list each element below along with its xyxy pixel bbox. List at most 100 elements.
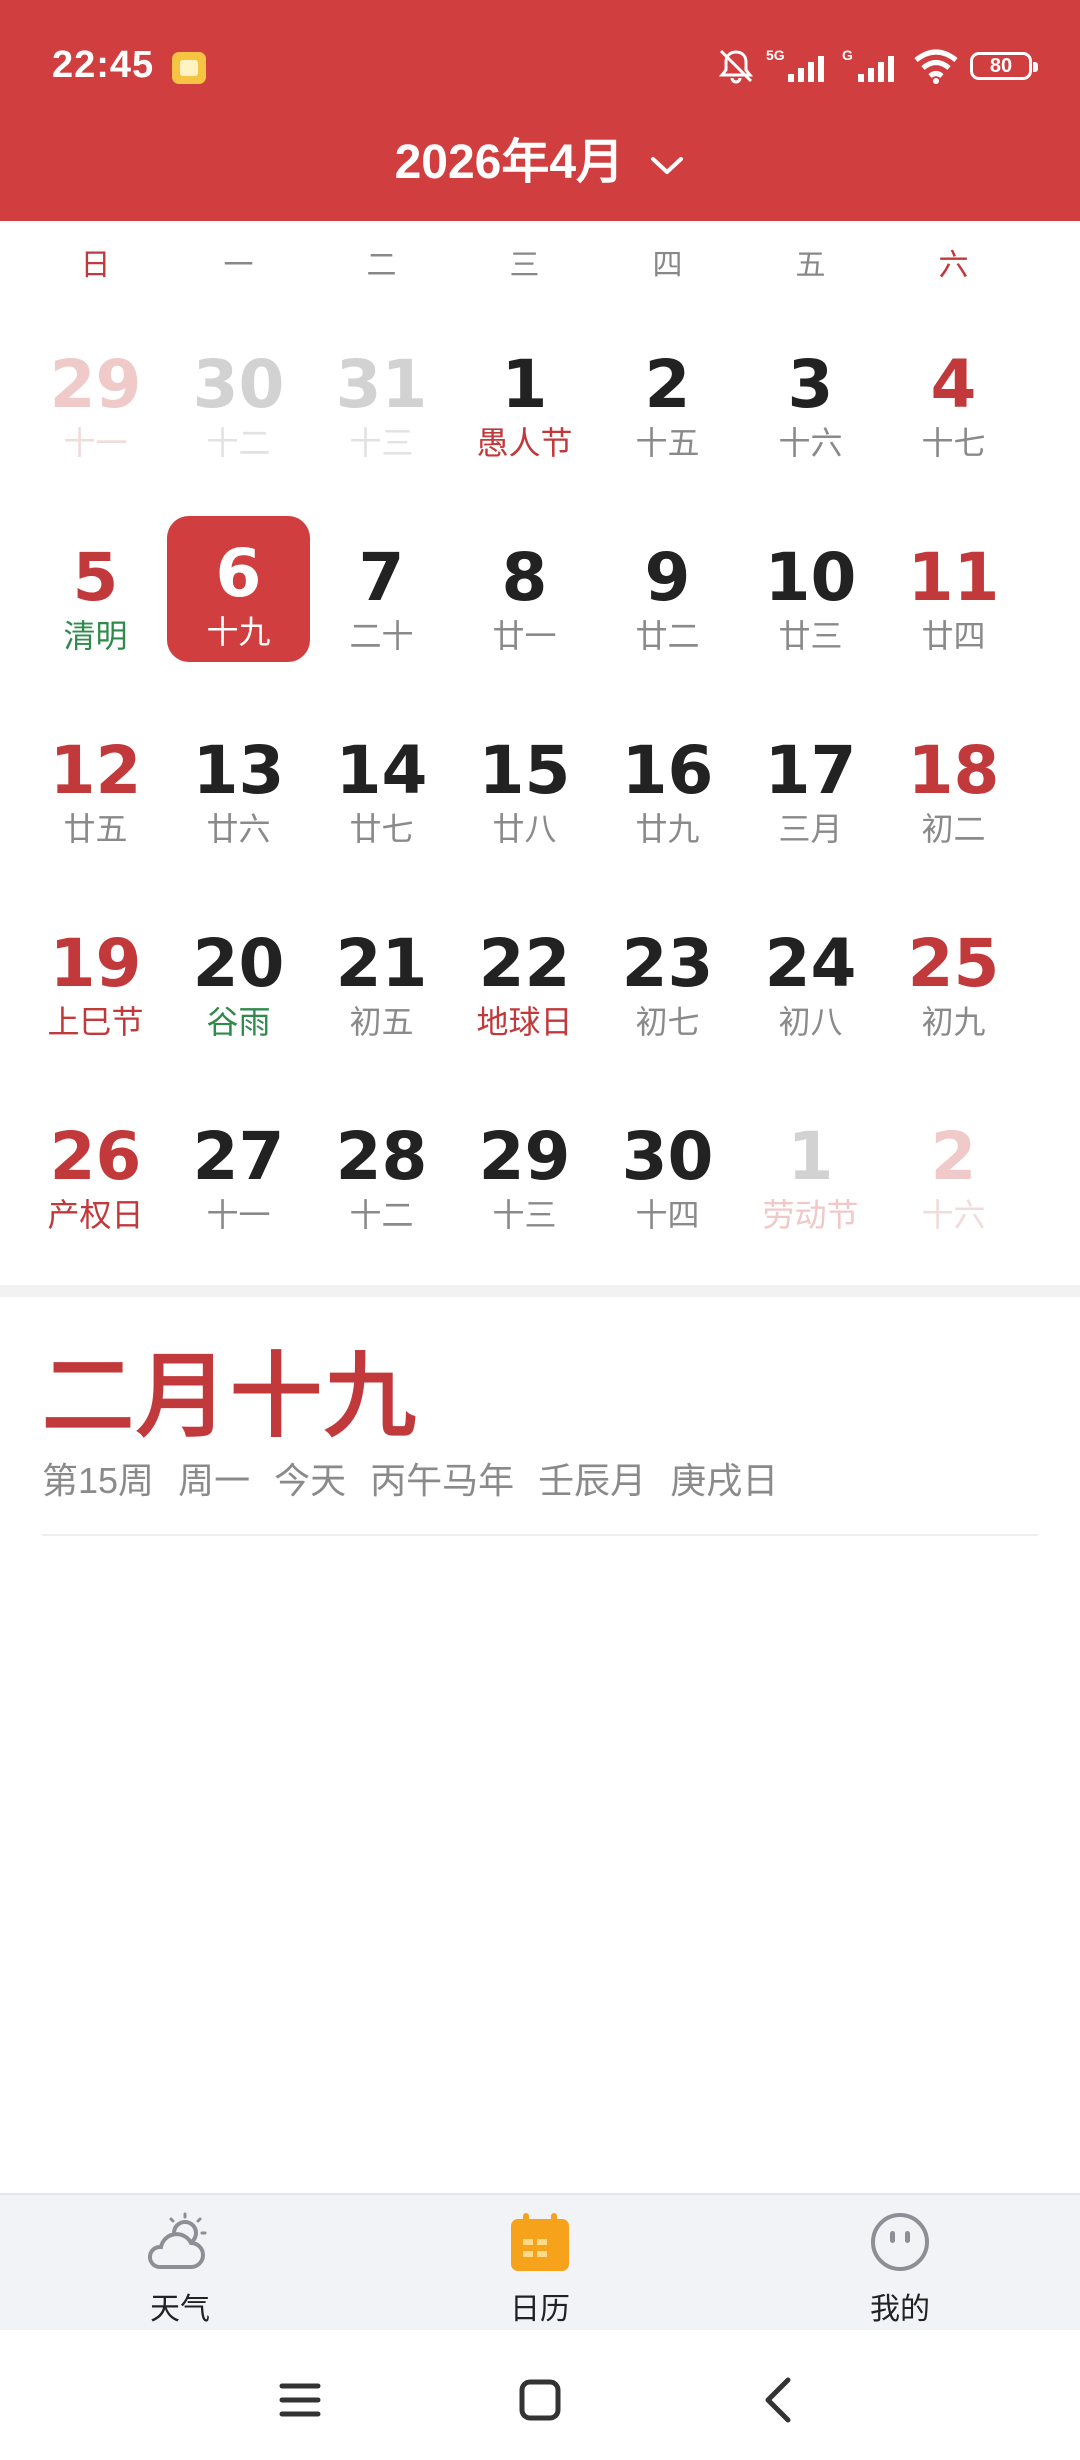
lunar-day-label: 三月 (778, 811, 843, 847)
lunar-day-label: 初七 (635, 1004, 700, 1040)
calendar-week-row: 12 廿五 13 廿六 14 廿七 15 廿八 16 廿九 17 三月 18 初二 (24, 697, 1056, 890)
lunar-day-label: 十三 (349, 425, 414, 461)
tab-profile[interactable]: 我的 (800, 2211, 1000, 2328)
day-cell[interactable]: 30 十四 (596, 1099, 739, 1245)
week-number: 第15周 (42, 1460, 155, 1501)
day-cell[interactable]: 1 愚人节 (453, 327, 596, 473)
wifi-icon (914, 49, 958, 84)
day-cell[interactable]: 29 十一 (24, 327, 167, 473)
day-number: 31 (335, 346, 428, 423)
day-cell[interactable]: 28 十二 (310, 1099, 453, 1245)
day-cell[interactable]: 1 劳动节 (739, 1099, 882, 1245)
day-number: 24 (764, 925, 857, 1002)
lunar-day-label: 初二 (921, 811, 986, 847)
weather-icon (148, 2212, 207, 2269)
day-number: 21 (335, 925, 428, 1002)
day-number: 5 (72, 539, 119, 616)
day-cell[interactable]: 23 初七 (596, 906, 739, 1052)
day-cell[interactable]: 4 十七 (882, 327, 1025, 473)
calendar-week-row: 26 产权日 27 十一 28 十二 29 十三 30 十四 1 劳动节 2 十六 (24, 1083, 1056, 1276)
day-cell[interactable]: 21 初五 (310, 906, 453, 1052)
day-number: 30 (621, 1118, 714, 1195)
day-cell[interactable]: 7 二十 (310, 520, 453, 666)
day-cell[interactable]: 30 十二 (167, 327, 310, 473)
lunar-day-label: 十六 (778, 425, 843, 461)
day-number: 29 (49, 346, 142, 423)
day-number: 19 (49, 925, 142, 1002)
day-cell[interactable]: 12 廿五 (24, 713, 167, 859)
lunar-day-label: 廿三 (778, 618, 843, 654)
day-cell[interactable]: 18 初二 (882, 713, 1025, 859)
day-number: 11 (907, 539, 1000, 616)
ganzhi-day: 庚戌日 (670, 1460, 779, 1501)
day-cell[interactable]: 11 廿四 (882, 520, 1025, 666)
tab-weather-label: 天气 (150, 2293, 210, 2326)
day-cell[interactable]: 13 廿六 (167, 713, 310, 859)
day-number: 28 (335, 1118, 428, 1195)
day-number: 25 (907, 925, 1000, 1002)
today-text: 今天 (274, 1460, 347, 1501)
lunar-day-label: 产权日 (47, 1197, 144, 1233)
day-cell[interactable]: 25 初九 (882, 906, 1025, 1052)
day-cell[interactable]: 20 谷雨 (167, 906, 310, 1052)
day-cell[interactable]: 14 廿七 (310, 713, 453, 859)
lunar-day-label: 廿一 (492, 618, 557, 654)
home-icon[interactable] (510, 2370, 570, 2430)
day-cell[interactable]: 8 廿一 (453, 520, 596, 666)
day-cell[interactable]: 17 三月 (739, 713, 882, 859)
network-label-2: G (842, 47, 853, 63)
lunar-day-label: 廿五 (63, 811, 128, 847)
weekday-label: 四 (652, 249, 683, 282)
month-selector[interactable]: 2026年4月 (0, 122, 1080, 192)
calendar-week-row: 19 上巳节 20 谷雨 21 初五 22 地球日 23 初七 24 初八 25 初九 (24, 890, 1056, 1083)
lunar-day-label: 初五 (349, 1004, 414, 1040)
day-number: 16 (621, 732, 714, 809)
tab-calendar[interactable]: 日历 (440, 2211, 640, 2328)
day-number: 1 (787, 1118, 834, 1195)
info-divider (42, 1534, 1038, 1536)
day-cell[interactable]: 15 廿八 (453, 713, 596, 859)
lunar-day-label: 十九 (206, 614, 271, 650)
lunar-day-label: 十六 (921, 1197, 986, 1233)
day-cell[interactable]: 10 廿三 (739, 520, 882, 666)
tab-weather[interactable]: 天气 (80, 2211, 280, 2328)
day-number: 17 (764, 732, 857, 809)
day-number: 20 (192, 925, 285, 1002)
day-number: 9 (644, 539, 691, 616)
lunar-day-label: 上巳节 (47, 1004, 144, 1040)
day-cell[interactable]: 27 十一 (167, 1099, 310, 1245)
day-cell[interactable]: 29 十三 (453, 1099, 596, 1245)
day-cell[interactable]: 5 清明 (24, 520, 167, 666)
lunar-day-label: 初九 (921, 1004, 986, 1040)
lunar-day-label: 十一 (63, 425, 128, 461)
back-icon[interactable] (750, 2370, 810, 2430)
lunar-day-label: 廿八 (492, 811, 557, 847)
day-cell[interactable]: 26 产权日 (24, 1099, 167, 1245)
tab-profile-label: 我的 (870, 2293, 930, 2326)
day-cell[interactable]: 3 十六 (739, 327, 882, 473)
day-number: 23 (621, 925, 714, 1002)
day-cell[interactable]: 16 廿九 (596, 713, 739, 859)
weekday-label: 六 (938, 249, 969, 282)
status-icons: 5G G 80 (716, 40, 1038, 92)
day-number: 30 (192, 346, 285, 423)
day-cell[interactable]: 9 廿二 (596, 520, 739, 666)
notification-app-icon (172, 52, 206, 84)
day-cell[interactable]: 2 十六 (882, 1099, 1025, 1245)
day-cell[interactable]: 31 十三 (310, 327, 453, 473)
day-cell[interactable]: 22 地球日 (453, 906, 596, 1052)
day-cell[interactable]: 2 十五 (596, 327, 739, 473)
day-number: 13 (192, 732, 285, 809)
lunar-day-label: 廿二 (635, 618, 700, 654)
day-number: 1 (501, 346, 548, 423)
day-cell[interactable]: 24 初八 (739, 906, 882, 1052)
lunar-day-label: 十二 (206, 425, 271, 461)
lunar-day-label: 廿四 (921, 618, 986, 654)
menu-icon[interactable] (270, 2370, 330, 2430)
day-cell-selected[interactable]: 6 十九 (167, 516, 310, 662)
lunar-day-label: 廿七 (349, 811, 414, 847)
lunar-day-label: 廿六 (206, 811, 271, 847)
day-number: 27 (192, 1118, 285, 1195)
day-cell[interactable]: 19 上巳节 (24, 906, 167, 1052)
day-number: 3 (787, 346, 834, 423)
